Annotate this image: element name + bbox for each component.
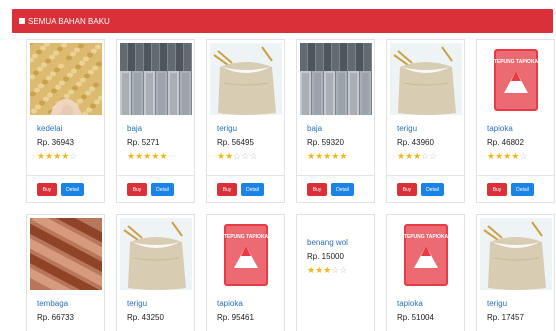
star-icon: ★ <box>315 151 324 161</box>
square-icon <box>19 18 25 24</box>
product-image[interactable] <box>300 43 372 116</box>
detail-button[interactable]: Detail <box>61 183 84 196</box>
card-footer: Buy Detail <box>297 175 374 203</box>
product-name-link[interactable]: benang wol <box>307 238 348 247</box>
product-name-link[interactable]: terigu <box>397 124 417 133</box>
detail-button[interactable]: Detail <box>241 183 264 196</box>
product-image[interactable] <box>120 43 192 116</box>
product-image[interactable] <box>390 43 462 116</box>
product-name-link[interactable]: kedelai <box>37 124 62 133</box>
product-image[interactable]: TEPUNG TAPIOKA <box>480 43 552 116</box>
rating-stars: ★★☆☆☆ <box>217 151 257 161</box>
star-icon: ☆ <box>339 265 348 275</box>
detail-button[interactable]: Detail <box>331 183 354 196</box>
svg-text:TEPUNG TAPIOKA: TEPUNG TAPIOKA <box>494 59 539 65</box>
star-icon: ★ <box>307 151 316 161</box>
product-image[interactable] <box>120 218 192 291</box>
product-price: Rp. 43250 <box>127 313 164 322</box>
buy-button[interactable]: Buy <box>37 183 57 196</box>
star-icon: ★ <box>217 151 226 161</box>
detail-button[interactable]: Detail <box>421 183 444 196</box>
product-price: Rp. 46802 <box>487 138 524 147</box>
product-image[interactable]: TEPUNG TAPIOKA <box>210 218 282 291</box>
card-footer: Buy Detail <box>27 175 104 203</box>
product-card[interactable]: TEPUNG TAPIOKA tapioka Rp. 46802 ★★★★☆ Buy De… <box>476 39 555 203</box>
star-icon: ★ <box>315 265 324 275</box>
product-card[interactable]: tembaga Rp. 66733 <box>26 214 105 331</box>
product-name-link[interactable]: tapioka <box>487 124 513 133</box>
product-price: Rp. 43960 <box>397 138 434 147</box>
product-price: Rp. 56495 <box>217 138 254 147</box>
star-icon: ★ <box>339 151 348 161</box>
star-icon: ★ <box>45 151 54 161</box>
product-name-link[interactable]: tapioka <box>397 299 423 308</box>
section-header: SEMUA BAHAN BAKU <box>12 9 553 33</box>
buy-button[interactable]: Buy <box>217 183 237 196</box>
star-icon: ★ <box>405 151 414 161</box>
buy-button[interactable]: Buy <box>397 183 417 196</box>
product-card[interactable]: TEPUNG TAPIOKA tapioka Rp. 95461 <box>206 214 285 331</box>
card-footer: Buy Detail <box>477 175 554 203</box>
rating-stars: ★★★☆☆ <box>397 151 437 161</box>
product-image[interactable] <box>30 43 102 116</box>
product-name-link[interactable]: terigu <box>127 299 147 308</box>
star-icon: ☆ <box>519 151 528 161</box>
product-image[interactable]: TEPUNG TAPIOKA <box>390 218 462 291</box>
section-title: SEMUA BAHAN BAKU <box>28 16 110 26</box>
product-price: Rp. 51004 <box>397 313 434 322</box>
product-image[interactable] <box>480 218 552 291</box>
product-card[interactable]: terigu Rp. 43250 <box>116 214 195 331</box>
star-icon: ☆ <box>249 151 258 161</box>
rating-stars: ★★★★☆ <box>37 151 77 161</box>
rating-stars: ★★★★★ <box>307 151 347 161</box>
buy-button[interactable]: Buy <box>307 183 327 196</box>
product-price: Rp. 66733 <box>37 313 74 322</box>
buy-button[interactable]: Buy <box>127 183 147 196</box>
product-name-link[interactable]: baja <box>127 124 142 133</box>
product-image[interactable] <box>30 218 102 291</box>
star-icon: ★ <box>487 151 496 161</box>
card-footer: Buy Detail <box>117 175 194 203</box>
star-icon: ★ <box>495 151 504 161</box>
product-card[interactable]: terigu Rp. 43960 ★★★☆☆ Buy Detail <box>386 39 465 203</box>
star-icon: ☆ <box>429 151 438 161</box>
star-icon: ★ <box>37 151 46 161</box>
product-card[interactable]: terigu Rp. 56495 ★★☆☆☆ Buy Detail <box>206 39 285 203</box>
svg-text:TEPUNG TAPIOKA: TEPUNG TAPIOKA <box>224 234 269 240</box>
star-icon: ★ <box>159 151 168 161</box>
star-icon: ★ <box>225 151 234 161</box>
product-image[interactable] <box>210 43 282 116</box>
detail-button[interactable]: Detail <box>511 183 534 196</box>
rating-stars: ★★★☆☆ <box>307 265 347 275</box>
product-price: Rp. 36943 <box>37 138 74 147</box>
product-card[interactable]: baja Rp. 5271 ★★★★★ Buy Detail <box>116 39 195 203</box>
star-icon: ☆ <box>69 151 78 161</box>
star-icon: ★ <box>127 151 136 161</box>
detail-button[interactable]: Detail <box>151 183 174 196</box>
product-name-link[interactable]: terigu <box>487 299 507 308</box>
product-name-link[interactable]: tembaga <box>37 299 68 308</box>
product-price: Rp. 95461 <box>217 313 254 322</box>
card-footer: Buy Detail <box>207 175 284 203</box>
card-footer: Buy Detail <box>387 175 464 203</box>
svg-text:TEPUNG TAPIOKA: TEPUNG TAPIOKA <box>404 234 449 240</box>
rating-stars: ★★★★☆ <box>487 151 527 161</box>
product-name-link[interactable]: baja <box>307 124 322 133</box>
buy-button[interactable]: Buy <box>487 183 507 196</box>
product-price: Rp. 15000 <box>307 252 344 261</box>
star-icon: ★ <box>307 265 316 275</box>
product-price: Rp. 5271 <box>127 138 160 147</box>
product-card[interactable]: benang wol Rp. 15000 ★★★☆☆ <box>296 214 375 331</box>
product-price: Rp. 17457 <box>487 313 524 322</box>
product-name-link[interactable]: terigu <box>217 124 237 133</box>
rating-stars: ★★★★★ <box>127 151 167 161</box>
product-card[interactable]: baja Rp. 59320 ★★★★★ Buy Detail <box>296 39 375 203</box>
product-card[interactable]: kedelai Rp. 36943 ★★★★☆ Buy Detail <box>26 39 105 203</box>
product-card[interactable]: terigu Rp. 17457 <box>476 214 555 331</box>
product-card[interactable]: TEPUNG TAPIOKA tapioka Rp. 51004 <box>386 214 465 331</box>
star-icon: ★ <box>135 151 144 161</box>
product-name-link[interactable]: tapioka <box>217 299 243 308</box>
product-price: Rp. 59320 <box>307 138 344 147</box>
star-icon: ★ <box>397 151 406 161</box>
